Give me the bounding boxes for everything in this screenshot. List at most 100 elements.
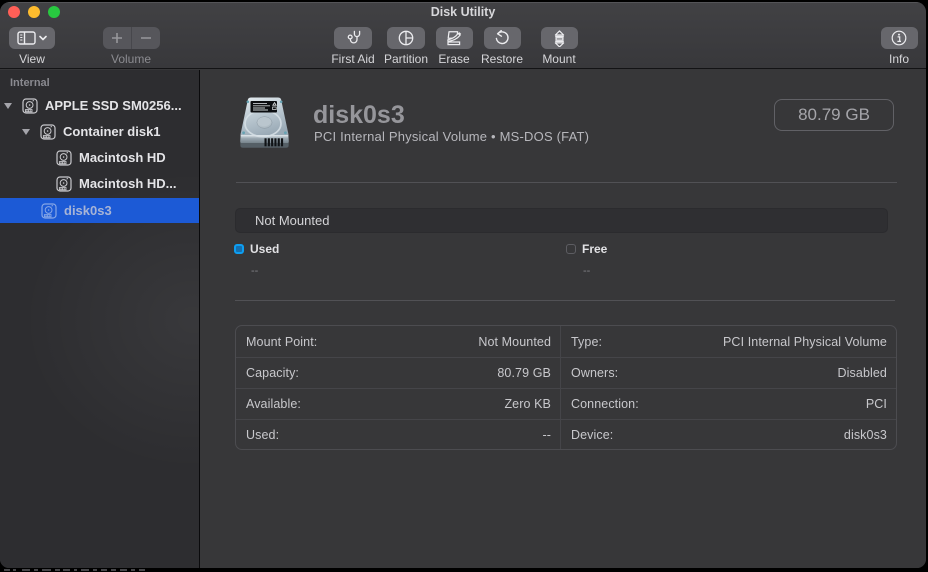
divider xyxy=(235,300,895,301)
drive-icon xyxy=(41,202,57,219)
minus-icon xyxy=(140,37,151,39)
toolbar-item-info: Info xyxy=(869,27,926,66)
table-row: Available: Zero KB xyxy=(236,388,560,419)
toolbar-item-view: View xyxy=(2,27,62,66)
table-row: Device: disk0s3 xyxy=(561,419,896,450)
info-label: Info xyxy=(888,52,909,66)
add-volume-button[interactable] xyxy=(103,27,131,49)
mount-button[interactable] xyxy=(540,27,578,49)
desktop-speck xyxy=(131,569,135,571)
desktop-speck xyxy=(74,569,77,571)
table-row: Connection: PCI xyxy=(561,388,896,419)
view-label: View xyxy=(19,52,45,66)
legend-used: Used -- xyxy=(234,242,279,277)
screen: Disk Utility View Volume First Aid Parti… xyxy=(0,0,928,572)
hard-drive-icon xyxy=(240,97,289,148)
drive-icon xyxy=(40,123,56,140)
disclosure-triangle-icon[interactable] xyxy=(4,102,12,109)
sidebar-item-label: Macintosh HD xyxy=(79,150,166,165)
free-label: Free xyxy=(582,242,608,256)
desktop-speck xyxy=(13,569,16,571)
toolbar-item-restore: Restore xyxy=(472,27,532,66)
desktop-speck xyxy=(81,569,89,571)
sidebar-item-label: APPLE SSD SM0256... xyxy=(45,98,182,113)
size-badge: 80.79 GB xyxy=(774,99,894,131)
plus-icon xyxy=(112,33,122,43)
row-label: Device: xyxy=(571,427,614,442)
desktop-speck xyxy=(93,569,97,571)
sidebar-row-content: Container disk1 xyxy=(0,119,199,144)
sidebar-row-content: APPLE SSD SM0256... xyxy=(0,93,199,118)
disk-utility-window: Disk Utility View Volume First Aid Parti… xyxy=(0,2,926,568)
row-value: Zero KB xyxy=(504,396,551,411)
sidebar: Internal APPLE SSD SM0256... Container d… xyxy=(0,70,200,568)
table-column-right: Type: PCI Internal Physical Volume Owner… xyxy=(561,326,896,449)
used-value: -- xyxy=(251,265,259,277)
legend-row: Used xyxy=(234,242,279,256)
usage-bar: Not Mounted xyxy=(235,208,888,233)
info-button[interactable] xyxy=(880,27,918,49)
desktop-speck xyxy=(63,569,70,571)
row-value: Disabled xyxy=(837,365,887,380)
titlebar: Disk Utility View Volume First Aid Parti… xyxy=(0,2,926,69)
row-label: Owners: xyxy=(571,365,619,380)
table-row: Mount Point: Not Mounted xyxy=(236,326,560,357)
sidebar-row-content: disk0s3 xyxy=(0,198,199,223)
row-label: Mount Point: xyxy=(246,334,318,349)
sidebar-item-apple-ssd[interactable]: APPLE SSD SM0256... xyxy=(0,93,199,118)
desktop-speck xyxy=(34,569,38,571)
table-column-left: Mount Point: Not Mounted Capacity: 80.79… xyxy=(236,326,561,449)
row-label: Type: xyxy=(571,334,603,349)
restore-button[interactable] xyxy=(483,27,521,49)
table-row: Owners: Disabled xyxy=(561,357,896,388)
row-value: PCI Internal Physical Volume xyxy=(723,334,887,349)
desktop-sliver xyxy=(0,568,928,572)
mount-label: Mount xyxy=(542,52,576,66)
used-label: Used xyxy=(250,242,280,256)
device-subtitle: PCI Internal Physical Volume • MS-DOS (F… xyxy=(314,129,590,144)
row-value: -- xyxy=(542,427,551,442)
divider xyxy=(236,182,897,183)
desktop-speck xyxy=(4,569,10,571)
drive-icon xyxy=(56,149,72,166)
row-label: Capacity: xyxy=(246,365,300,380)
row-value: 80.79 GB xyxy=(497,365,551,380)
sidebar-section-internal: Internal xyxy=(10,77,50,89)
sidebar-item-label: Container disk1 xyxy=(63,124,161,139)
partition-button[interactable] xyxy=(387,27,425,49)
view-button[interactable] xyxy=(9,27,55,49)
desktop-speck xyxy=(139,569,145,571)
sidebar-item-container-disk1[interactable]: Container disk1 xyxy=(0,119,199,144)
toolbar-item-volume: Volume xyxy=(96,27,166,66)
pie-chart-icon xyxy=(398,30,414,46)
sidebar-row-content: Macintosh HD xyxy=(0,145,199,170)
desktop-speck xyxy=(55,569,60,571)
legend-row: Free xyxy=(566,242,607,256)
erase-pencil-icon xyxy=(447,31,462,46)
erase-button[interactable] xyxy=(435,27,473,49)
sidebar-item-macintosh-hd[interactable]: Macintosh HD xyxy=(0,145,199,170)
free-swatch xyxy=(566,244,576,254)
sidebar-item-macintosh-hd-data[interactable]: Macintosh HD... xyxy=(0,171,199,196)
desktop-speck xyxy=(120,569,127,571)
restore-label: Restore xyxy=(480,52,524,66)
sidebar-icon xyxy=(17,31,47,45)
row-label: Connection: xyxy=(571,396,639,411)
sidebar-item-disk0s3[interactable]: disk0s3 xyxy=(0,198,199,223)
table-row: Capacity: 80.79 GB xyxy=(236,357,560,388)
info-circle-icon xyxy=(891,30,907,46)
legend-free: Free -- xyxy=(566,242,607,277)
window-title: Disk Utility xyxy=(430,5,496,19)
sidebar-item-label: disk0s3 xyxy=(64,203,112,218)
row-label: Available: xyxy=(246,396,301,411)
remove-volume-button[interactable] xyxy=(131,27,159,49)
window-content: Internal APPLE SSD SM0256... Container d… xyxy=(0,70,926,568)
volume-label: Volume xyxy=(110,52,152,66)
main-panel: disk0s3 PCI Internal Physical Volume • M… xyxy=(200,70,926,568)
drive-icon xyxy=(22,97,38,114)
first-aid-button[interactable] xyxy=(334,27,372,49)
disclosure-triangle-icon[interactable] xyxy=(22,128,30,135)
sidebar-item-label: Macintosh HD... xyxy=(79,176,177,191)
desktop-speck xyxy=(111,569,116,571)
row-value: disk0s3 xyxy=(843,427,887,442)
